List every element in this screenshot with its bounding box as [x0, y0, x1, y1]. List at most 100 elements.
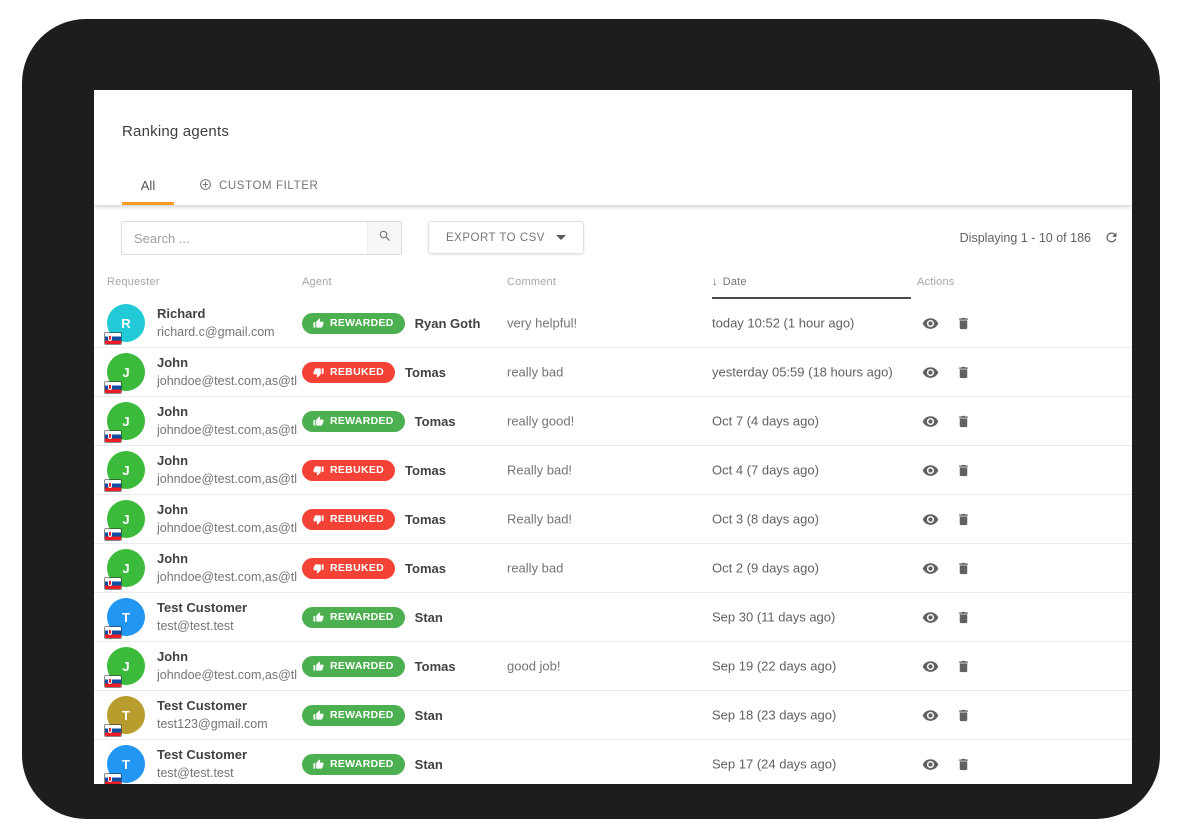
thumb-up-icon	[313, 612, 324, 623]
status-badge: REBUKED	[302, 362, 395, 383]
agent-name: Tomas	[415, 659, 456, 674]
requester-name: John	[157, 453, 299, 468]
actions-cell	[922, 691, 971, 739]
trash-icon	[956, 708, 971, 723]
status-badge-label: REBUKED	[330, 513, 384, 525]
agent-cell: REWARDED Stan	[302, 593, 443, 641]
requester-cell: John johndoe@test.com,as@tl	[157, 502, 299, 535]
view-button[interactable]	[922, 315, 939, 332]
comment-cell: Really bad!	[507, 463, 572, 478]
column-header-agent[interactable]: Agent	[302, 276, 332, 288]
view-button[interactable]	[922, 364, 939, 381]
trash-icon	[956, 561, 971, 576]
tab-all[interactable]: All	[122, 169, 174, 205]
export-to-csv-label: EXPORT TO CSV	[446, 232, 545, 244]
thumb-up-icon	[313, 318, 324, 329]
column-header-date-label: Date	[723, 276, 747, 288]
refresh-icon[interactable]	[1104, 230, 1119, 245]
actions-cell	[922, 495, 971, 543]
table-row: J John johndoe@test.com,as@tl REBUKED To…	[94, 544, 1132, 593]
agent-name: Tomas	[405, 561, 446, 576]
slovakia-flag-icon	[105, 382, 121, 393]
search-button[interactable]	[367, 222, 401, 254]
column-header-requester[interactable]: Requester	[107, 276, 160, 288]
requester-name: Test Customer	[157, 600, 299, 615]
requester-email: richard.c@gmail.com	[157, 325, 299, 339]
column-header-comment[interactable]: Comment	[507, 276, 556, 288]
agent-cell: REBUKED Tomas	[302, 495, 446, 543]
requester-cell: John johndoe@test.com,as@tl	[157, 649, 299, 682]
status-badge: REWARDED	[302, 411, 405, 432]
status-badge-label: REWARDED	[330, 758, 394, 770]
tab-custom-filter[interactable]: CUSTOM FILTER	[195, 169, 322, 205]
delete-button[interactable]	[956, 414, 971, 429]
view-button[interactable]	[922, 756, 939, 773]
agent-cell: REWARDED Stan	[302, 691, 443, 739]
view-button[interactable]	[922, 658, 939, 675]
export-to-csv-button[interactable]: EXPORT TO CSV	[428, 221, 584, 254]
agent-name: Stan	[415, 708, 443, 723]
trash-icon	[956, 610, 971, 625]
slovakia-flag-icon	[105, 529, 121, 540]
table-row: J John johndoe@test.com,as@tl REBUKED To…	[94, 348, 1132, 397]
trash-icon	[956, 365, 971, 380]
table-header: Requester Agent Comment ↓ Date Actions	[94, 266, 1132, 299]
status-badge: REBUKED	[302, 460, 395, 481]
column-header-date[interactable]: ↓ Date	[712, 276, 747, 288]
avatar: J	[107, 353, 145, 391]
view-button[interactable]	[922, 462, 939, 479]
comment-cell: really good!	[507, 414, 574, 429]
slovakia-flag-icon	[105, 333, 121, 344]
delete-button[interactable]	[956, 757, 971, 772]
table-row: J John johndoe@test.com,as@tl REBUKED To…	[94, 495, 1132, 544]
agent-cell: REBUKED Tomas	[302, 544, 446, 592]
comment-cell: good job!	[507, 659, 561, 674]
trash-icon	[956, 757, 971, 772]
avatar: T	[107, 598, 145, 636]
eye-icon	[922, 315, 939, 332]
trash-icon	[956, 316, 971, 331]
table-row: J John johndoe@test.com,as@tl REWARDED T…	[94, 397, 1132, 446]
comment-cell: Really bad!	[507, 512, 572, 527]
actions-cell	[922, 397, 971, 445]
delete-button[interactable]	[956, 512, 971, 527]
table-row: T Test Customer test123@gmail.com REWARD…	[94, 691, 1132, 740]
view-button[interactable]	[922, 707, 939, 724]
delete-button[interactable]	[956, 659, 971, 674]
slovakia-flag-icon	[105, 774, 121, 784]
status-badge: REWARDED	[302, 705, 405, 726]
avatar: T	[107, 745, 145, 783]
tab-bar: All CUSTOM FILTER	[122, 169, 322, 205]
view-button[interactable]	[922, 609, 939, 626]
delete-button[interactable]	[956, 365, 971, 380]
date-cell: Oct 2 (9 days ago)	[712, 561, 819, 576]
requester-name: John	[157, 404, 299, 419]
delete-button[interactable]	[956, 610, 971, 625]
agent-cell: REWARDED Stan	[302, 740, 443, 784]
delete-button[interactable]	[956, 463, 971, 478]
table-body: R Richard richard.c@gmail.com REWARDED R…	[94, 299, 1132, 784]
view-button[interactable]	[922, 560, 939, 577]
delete-button[interactable]	[956, 316, 971, 331]
actions-cell	[922, 544, 971, 592]
agent-name: Tomas	[415, 414, 456, 429]
avatar: T	[107, 696, 145, 734]
table-row: R Richard richard.c@gmail.com REWARDED R…	[94, 299, 1132, 348]
slovakia-flag-icon	[105, 431, 121, 442]
search-input[interactable]	[122, 222, 367, 254]
date-cell: Oct 3 (8 days ago)	[712, 512, 819, 527]
view-button[interactable]	[922, 413, 939, 430]
actions-cell	[922, 740, 971, 784]
status-badge-label: REWARDED	[330, 660, 394, 672]
comment-cell: really bad	[507, 365, 563, 380]
device-frame: Ranking agents All CUSTOM FILTER	[22, 19, 1160, 819]
view-button[interactable]	[922, 511, 939, 528]
search-icon	[378, 229, 392, 248]
comment-cell: really bad	[507, 561, 563, 576]
eye-icon	[922, 609, 939, 626]
delete-button[interactable]	[956, 561, 971, 576]
requester-name: Test Customer	[157, 747, 299, 762]
delete-button[interactable]	[956, 708, 971, 723]
actions-cell	[922, 348, 971, 396]
requester-email: johndoe@test.com,as@tl	[157, 521, 299, 535]
